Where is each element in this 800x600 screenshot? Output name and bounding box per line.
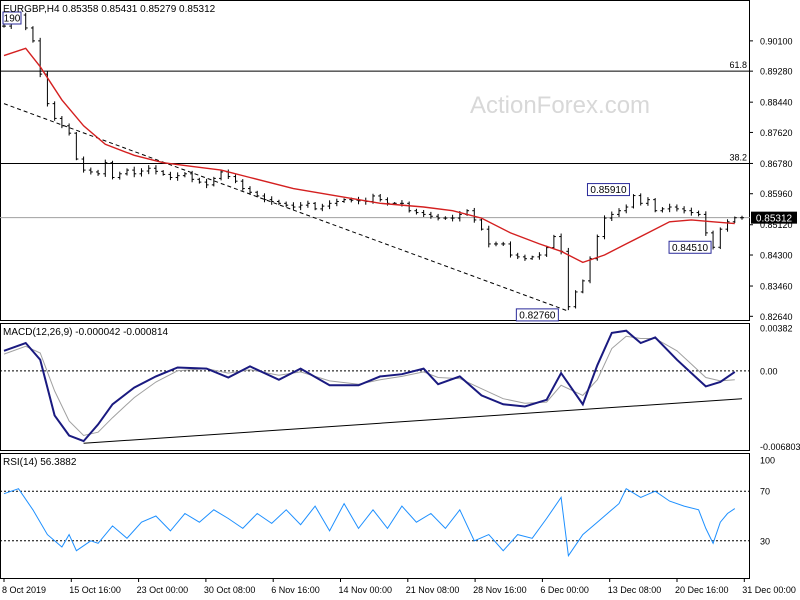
macd-y-tick-label: 0.00: [760, 366, 778, 376]
watermark: ActionForex.com: [470, 92, 650, 119]
macd-title: MACD(12,26,9) -0.000042 -0.000814: [3, 327, 169, 338]
rsi-line: [3, 487, 736, 558]
x-tick-label: 6 Dec 00:00: [540, 585, 589, 595]
x-tick-label: 6 Nov 16:00: [271, 585, 320, 595]
x-tick-label: 23 Oct 00:00: [137, 585, 189, 595]
rsi-panel-frame: [0, 453, 750, 579]
y-tick-label: 0.85960: [760, 189, 793, 199]
fib-level-label: 38.2: [729, 152, 747, 162]
y-tick-label: 0.89280: [760, 67, 793, 77]
macd-signal-line: [3, 335, 735, 437]
x-tick-label: 21 Nov 08:00: [406, 585, 460, 595]
y-tick-label: 0.84300: [760, 251, 793, 261]
macd-y-tick-label: 0.00382: [760, 324, 793, 334]
rsi-y-tick-label: 70: [760, 487, 770, 497]
rsi-y-tick-label: 100: [760, 456, 775, 466]
main-panel-frame: [0, 0, 750, 321]
x-tick-label: 8 Oct 2019: [2, 585, 46, 595]
current-price-tag-label: 0.85312: [756, 214, 793, 225]
x-tick-label: 31 Dec 00:00: [742, 585, 796, 595]
price-callout-label: 0.84510: [672, 243, 709, 254]
fib-level-label: 61.8: [729, 60, 747, 70]
macd-trendline: [83, 398, 743, 444]
y-tick-label: 0.83460: [760, 282, 793, 292]
price-callout-label: 0.85910: [590, 185, 627, 196]
price-callout-label: 190: [4, 14, 21, 25]
rsi-y-tick-label: 30: [760, 536, 770, 546]
moving-average-line: [3, 47, 735, 264]
y-tick-label: 0.88440: [760, 98, 793, 108]
x-tick-label: 20 Dec 16:00: [675, 585, 729, 595]
x-tick-label: 30 Oct 08:00: [204, 585, 256, 595]
macd-panel-frame: [0, 323, 750, 451]
symbol-header: EURGBP,H4 0.85358 0.85431 0.85279 0.8531…: [3, 4, 216, 15]
macd-line: [3, 329, 736, 443]
chart-canvas: ActionForex.com 61.8 38.2 190 0.85910 0.8451…: [0, 0, 800, 595]
y-tick-label: 0.86780: [760, 159, 793, 169]
y-tick-label: 0.87620: [760, 128, 793, 138]
macd-y-tick-label: -0.006803: [760, 442, 800, 452]
dashed-trendline: [3, 103, 569, 312]
price-callout-label: 0.82760: [519, 310, 556, 321]
x-tick-label: 13 Dec 08:00: [608, 585, 662, 595]
x-tick-label: 28 Nov 16:00: [473, 585, 527, 595]
y-tick-label: 0.82640: [760, 312, 793, 322]
x-tick-label: 14 Nov 00:00: [339, 585, 393, 595]
rsi-title: RSI(14) 56.3882: [3, 457, 77, 468]
y-tick-label: 0.90100: [760, 36, 793, 46]
x-tick-label: 15 Oct 16:00: [69, 585, 121, 595]
